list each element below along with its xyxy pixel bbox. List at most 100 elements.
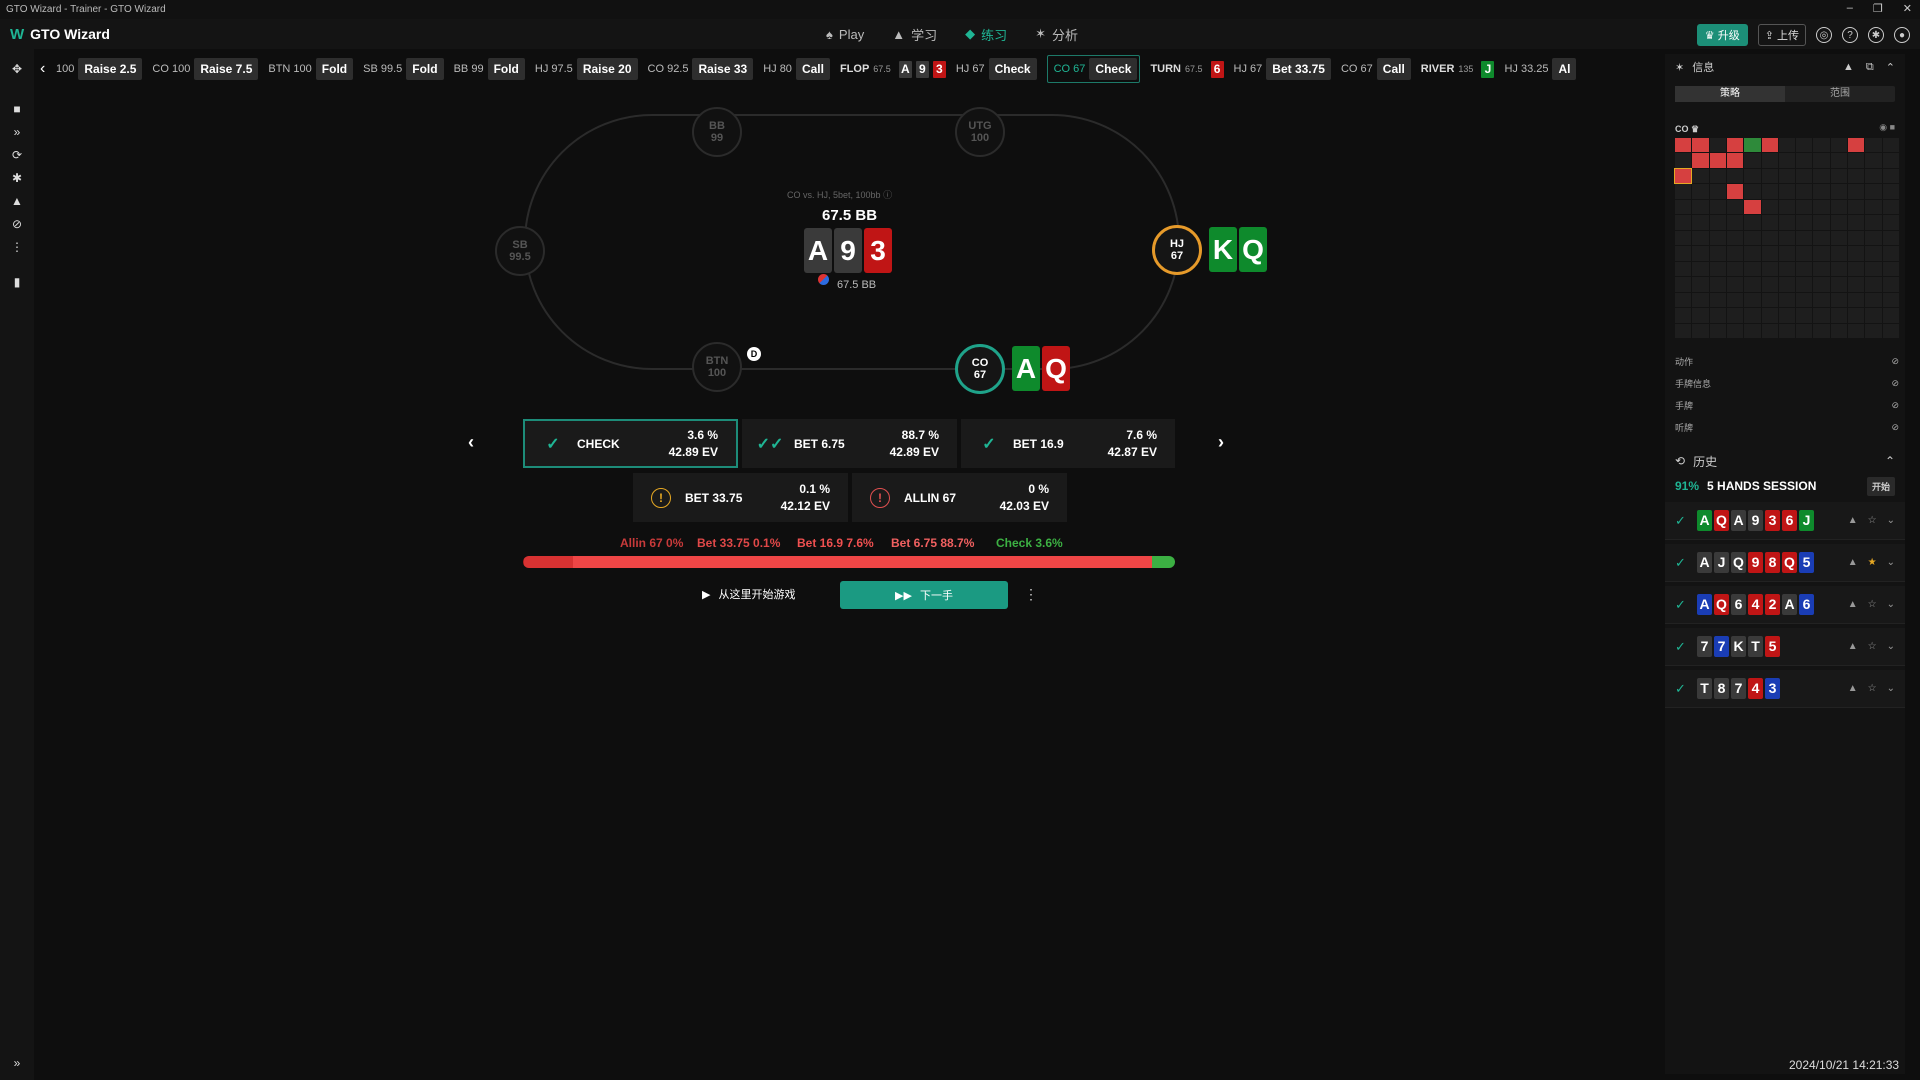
action-item[interactable]: SB 99.5 Fold	[363, 58, 444, 80]
expand-icon[interactable]: ⌄	[1887, 515, 1895, 526]
study-icon[interactable]: ▲	[1848, 599, 1858, 610]
nav-tab-practice[interactable]: ◆ 练习	[965, 25, 1007, 44]
tab-strategy[interactable]: 策略	[1675, 86, 1785, 102]
range-cell[interactable]	[1865, 153, 1882, 168]
star-icon[interactable]: ☆	[1868, 515, 1877, 526]
action-item[interactable]: CO 67 Check	[1046, 55, 1141, 83]
upgrade-button[interactable]: ♛ 升级	[1696, 24, 1748, 46]
study-icon[interactable]: ▲	[1848, 683, 1858, 694]
range-cell[interactable]	[1675, 308, 1692, 323]
range-cell[interactable]	[1709, 277, 1726, 292]
range-cell[interactable]	[1692, 138, 1709, 153]
range-cell[interactable]	[1848, 323, 1865, 338]
seat-bb[interactable]: BB 99	[692, 107, 742, 157]
range-cell[interactable]	[1761, 292, 1778, 308]
range-cell[interactable]	[1692, 323, 1709, 338]
action-item[interactable]: HJ 80 Call	[763, 58, 830, 80]
nav-tab-analyze[interactable]: ✶ 分析	[1035, 25, 1078, 44]
range-cell[interactable]	[1830, 277, 1848, 292]
range-cell[interactable]	[1796, 292, 1813, 308]
range-cell[interactable]	[1744, 277, 1761, 292]
range-cell[interactable]	[1813, 323, 1830, 338]
range-cell[interactable]	[1726, 184, 1744, 199]
range-cell[interactable]	[1778, 230, 1796, 246]
action-item[interactable]: HJ 67 Check	[956, 58, 1037, 80]
maximize-button[interactable]: ❐	[1873, 2, 1883, 15]
star-icon[interactable]: ☆	[1868, 599, 1877, 610]
range-cell[interactable]	[1761, 246, 1778, 261]
range-cell[interactable]	[1675, 199, 1692, 215]
range-cell[interactable]	[1830, 261, 1848, 277]
range-cell[interactable]	[1726, 246, 1744, 261]
expand-icon[interactable]: ⌄	[1887, 683, 1895, 694]
range-cell[interactable]	[1778, 308, 1796, 323]
star-icon[interactable]: ☆	[1868, 641, 1877, 652]
gear-icon[interactable]: ✱	[1868, 27, 1884, 43]
prev-arrow-icon[interactable]: ‹	[468, 432, 474, 453]
expand-icon[interactable]: »	[9, 1055, 25, 1071]
range-cell[interactable]	[1813, 199, 1830, 215]
range-cell[interactable]	[1726, 277, 1744, 292]
range-cell[interactable]	[1744, 246, 1761, 261]
expand-icon[interactable]: ⌄	[1887, 641, 1895, 652]
range-cell[interactable]	[1761, 261, 1778, 277]
nav-tab-play[interactable]: ♠ Play	[826, 27, 864, 42]
range-cell[interactable]	[1848, 230, 1865, 246]
range-cell[interactable]	[1692, 168, 1709, 184]
range-cell[interactable]	[1882, 168, 1899, 184]
range-cell[interactable]	[1813, 215, 1830, 230]
close-button[interactable]: ✕	[1903, 2, 1912, 15]
range-cell[interactable]	[1761, 230, 1778, 246]
action-item[interactable]: HJ 67 Bet 33.75	[1234, 58, 1331, 80]
range-cell[interactable]	[1882, 153, 1899, 168]
eye-icon[interactable]: ◉	[1879, 122, 1887, 132]
hand-history-row[interactable]: ✓ A J Q 9 8 Q 5 ▲ ★ ⌄	[1665, 544, 1905, 582]
study-icon[interactable]: ▲	[1848, 515, 1858, 526]
star-icon[interactable]: ☆	[1868, 683, 1877, 694]
toggle-hands[interactable]: 手牌 ⊘	[1675, 394, 1899, 416]
play-from-here-button[interactable]: ▶ 从这里开始游戏	[702, 586, 795, 602]
range-cell[interactable]	[1778, 215, 1796, 230]
action-item[interactable]: HJ 33.25 Al	[1504, 58, 1577, 80]
range-cell[interactable]	[1778, 153, 1796, 168]
range-cell[interactable]	[1882, 277, 1899, 292]
range-cell[interactable]	[1744, 215, 1761, 230]
range-cell[interactable]	[1830, 323, 1848, 338]
expand-icon[interactable]: ⌄	[1887, 599, 1895, 610]
range-cell[interactable]	[1744, 308, 1761, 323]
range-cell[interactable]	[1813, 277, 1830, 292]
range-cell[interactable]	[1709, 246, 1726, 261]
range-cell[interactable]	[1761, 277, 1778, 292]
range-cell[interactable]	[1796, 246, 1813, 261]
range-cell[interactable]	[1882, 184, 1899, 199]
range-cell[interactable]	[1744, 184, 1761, 199]
range-cell[interactable]	[1813, 308, 1830, 323]
action-item[interactable]: 100 Raise 2.5	[56, 58, 143, 80]
eye-off-icon[interactable]: ⊘	[1891, 356, 1899, 367]
expand-icon[interactable]: ⌄	[1887, 557, 1895, 568]
range-cell[interactable]	[1709, 323, 1726, 338]
action-item[interactable]: HJ 97.5 Raise 20	[535, 58, 638, 80]
range-cell[interactable]	[1726, 199, 1744, 215]
seat-co[interactable]: CO 67	[955, 344, 1005, 394]
range-cell[interactable]	[1865, 246, 1882, 261]
option-allin[interactable]: ! ALLIN 67 0 % 42.03 EV	[852, 473, 1067, 522]
range-cell[interactable]	[1813, 153, 1830, 168]
range-cell[interactable]	[1692, 308, 1709, 323]
range-cell[interactable]	[1692, 153, 1709, 168]
range-cell[interactable]	[1865, 230, 1882, 246]
next-hand-button[interactable]: ▶▶ 下一手	[840, 581, 1008, 609]
action-item[interactable]: BB 99 Fold	[454, 58, 525, 80]
range-cell[interactable]	[1848, 184, 1865, 199]
range-cell[interactable]	[1726, 292, 1744, 308]
range-cell[interactable]	[1675, 138, 1692, 153]
range-cell[interactable]	[1744, 261, 1761, 277]
range-cell[interactable]	[1830, 199, 1848, 215]
range-cell[interactable]	[1796, 277, 1813, 292]
range-cell[interactable]	[1726, 215, 1744, 230]
range-cell[interactable]	[1865, 261, 1882, 277]
range-cell[interactable]	[1865, 215, 1882, 230]
range-cell[interactable]	[1692, 246, 1709, 261]
range-cell[interactable]	[1882, 199, 1899, 215]
range-cell[interactable]	[1796, 199, 1813, 215]
